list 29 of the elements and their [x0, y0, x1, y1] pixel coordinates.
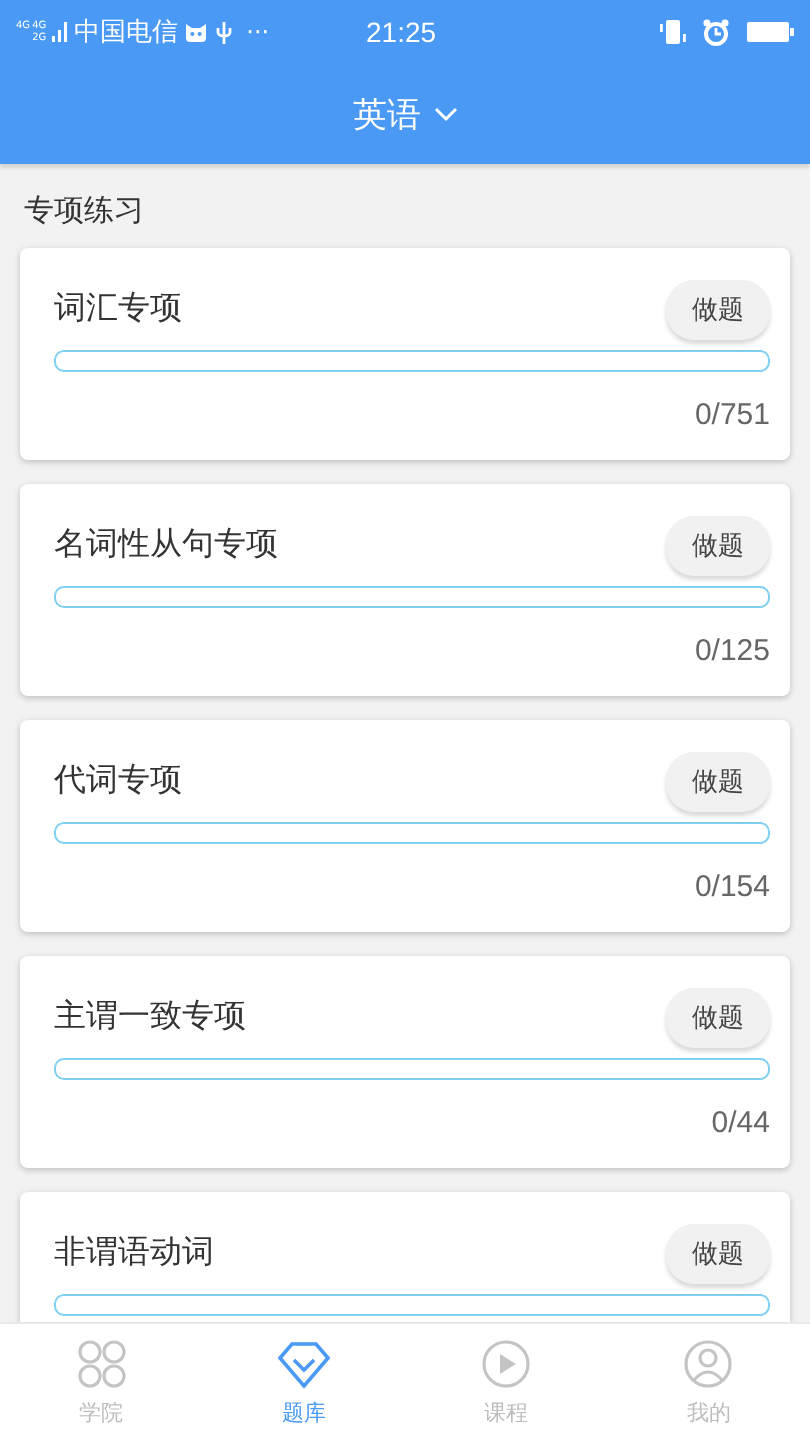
progress-count: 0/125 — [692, 634, 770, 668]
alarm-icon — [702, 18, 730, 46]
more-indicator: ··· — [246, 18, 270, 46]
signal-icon — [52, 20, 69, 44]
practice-button[interactable]: 做题 — [666, 516, 770, 576]
progress-count: 0/751 — [692, 398, 770, 432]
section-title: 专项练习 — [22, 190, 146, 232]
topic-name: 非谓语动词 — [54, 1230, 214, 1274]
topic-name: 词汇专项 — [54, 286, 182, 330]
topic-name: 代词专项 — [54, 758, 182, 802]
progress-count: 0/44 — [709, 1106, 770, 1140]
person-icon — [682, 1337, 735, 1389]
practice-button[interactable]: 做题 — [666, 988, 770, 1048]
practice-button[interactable]: 做题 — [666, 752, 770, 812]
grid-icon — [75, 1337, 128, 1389]
carrier-name: 中国电信 — [74, 16, 179, 50]
chevron-down-icon — [433, 106, 457, 122]
topic-name: 主谓一致专项 — [54, 994, 246, 1038]
practice-button[interactable]: 做题 — [666, 280, 770, 340]
diamond-icon — [277, 1337, 330, 1389]
status-time: 21:25 — [366, 16, 437, 48]
practice-button[interactable]: 做题 — [666, 1224, 770, 1284]
usb-icon — [214, 19, 235, 45]
vibrate-icon — [658, 18, 686, 46]
play-icon — [480, 1337, 533, 1389]
cat-icon — [184, 20, 209, 44]
progress-count: 0/154 — [692, 870, 770, 904]
battery-icon — [746, 20, 794, 44]
topic-name: 名词性从句专项 — [54, 522, 278, 566]
